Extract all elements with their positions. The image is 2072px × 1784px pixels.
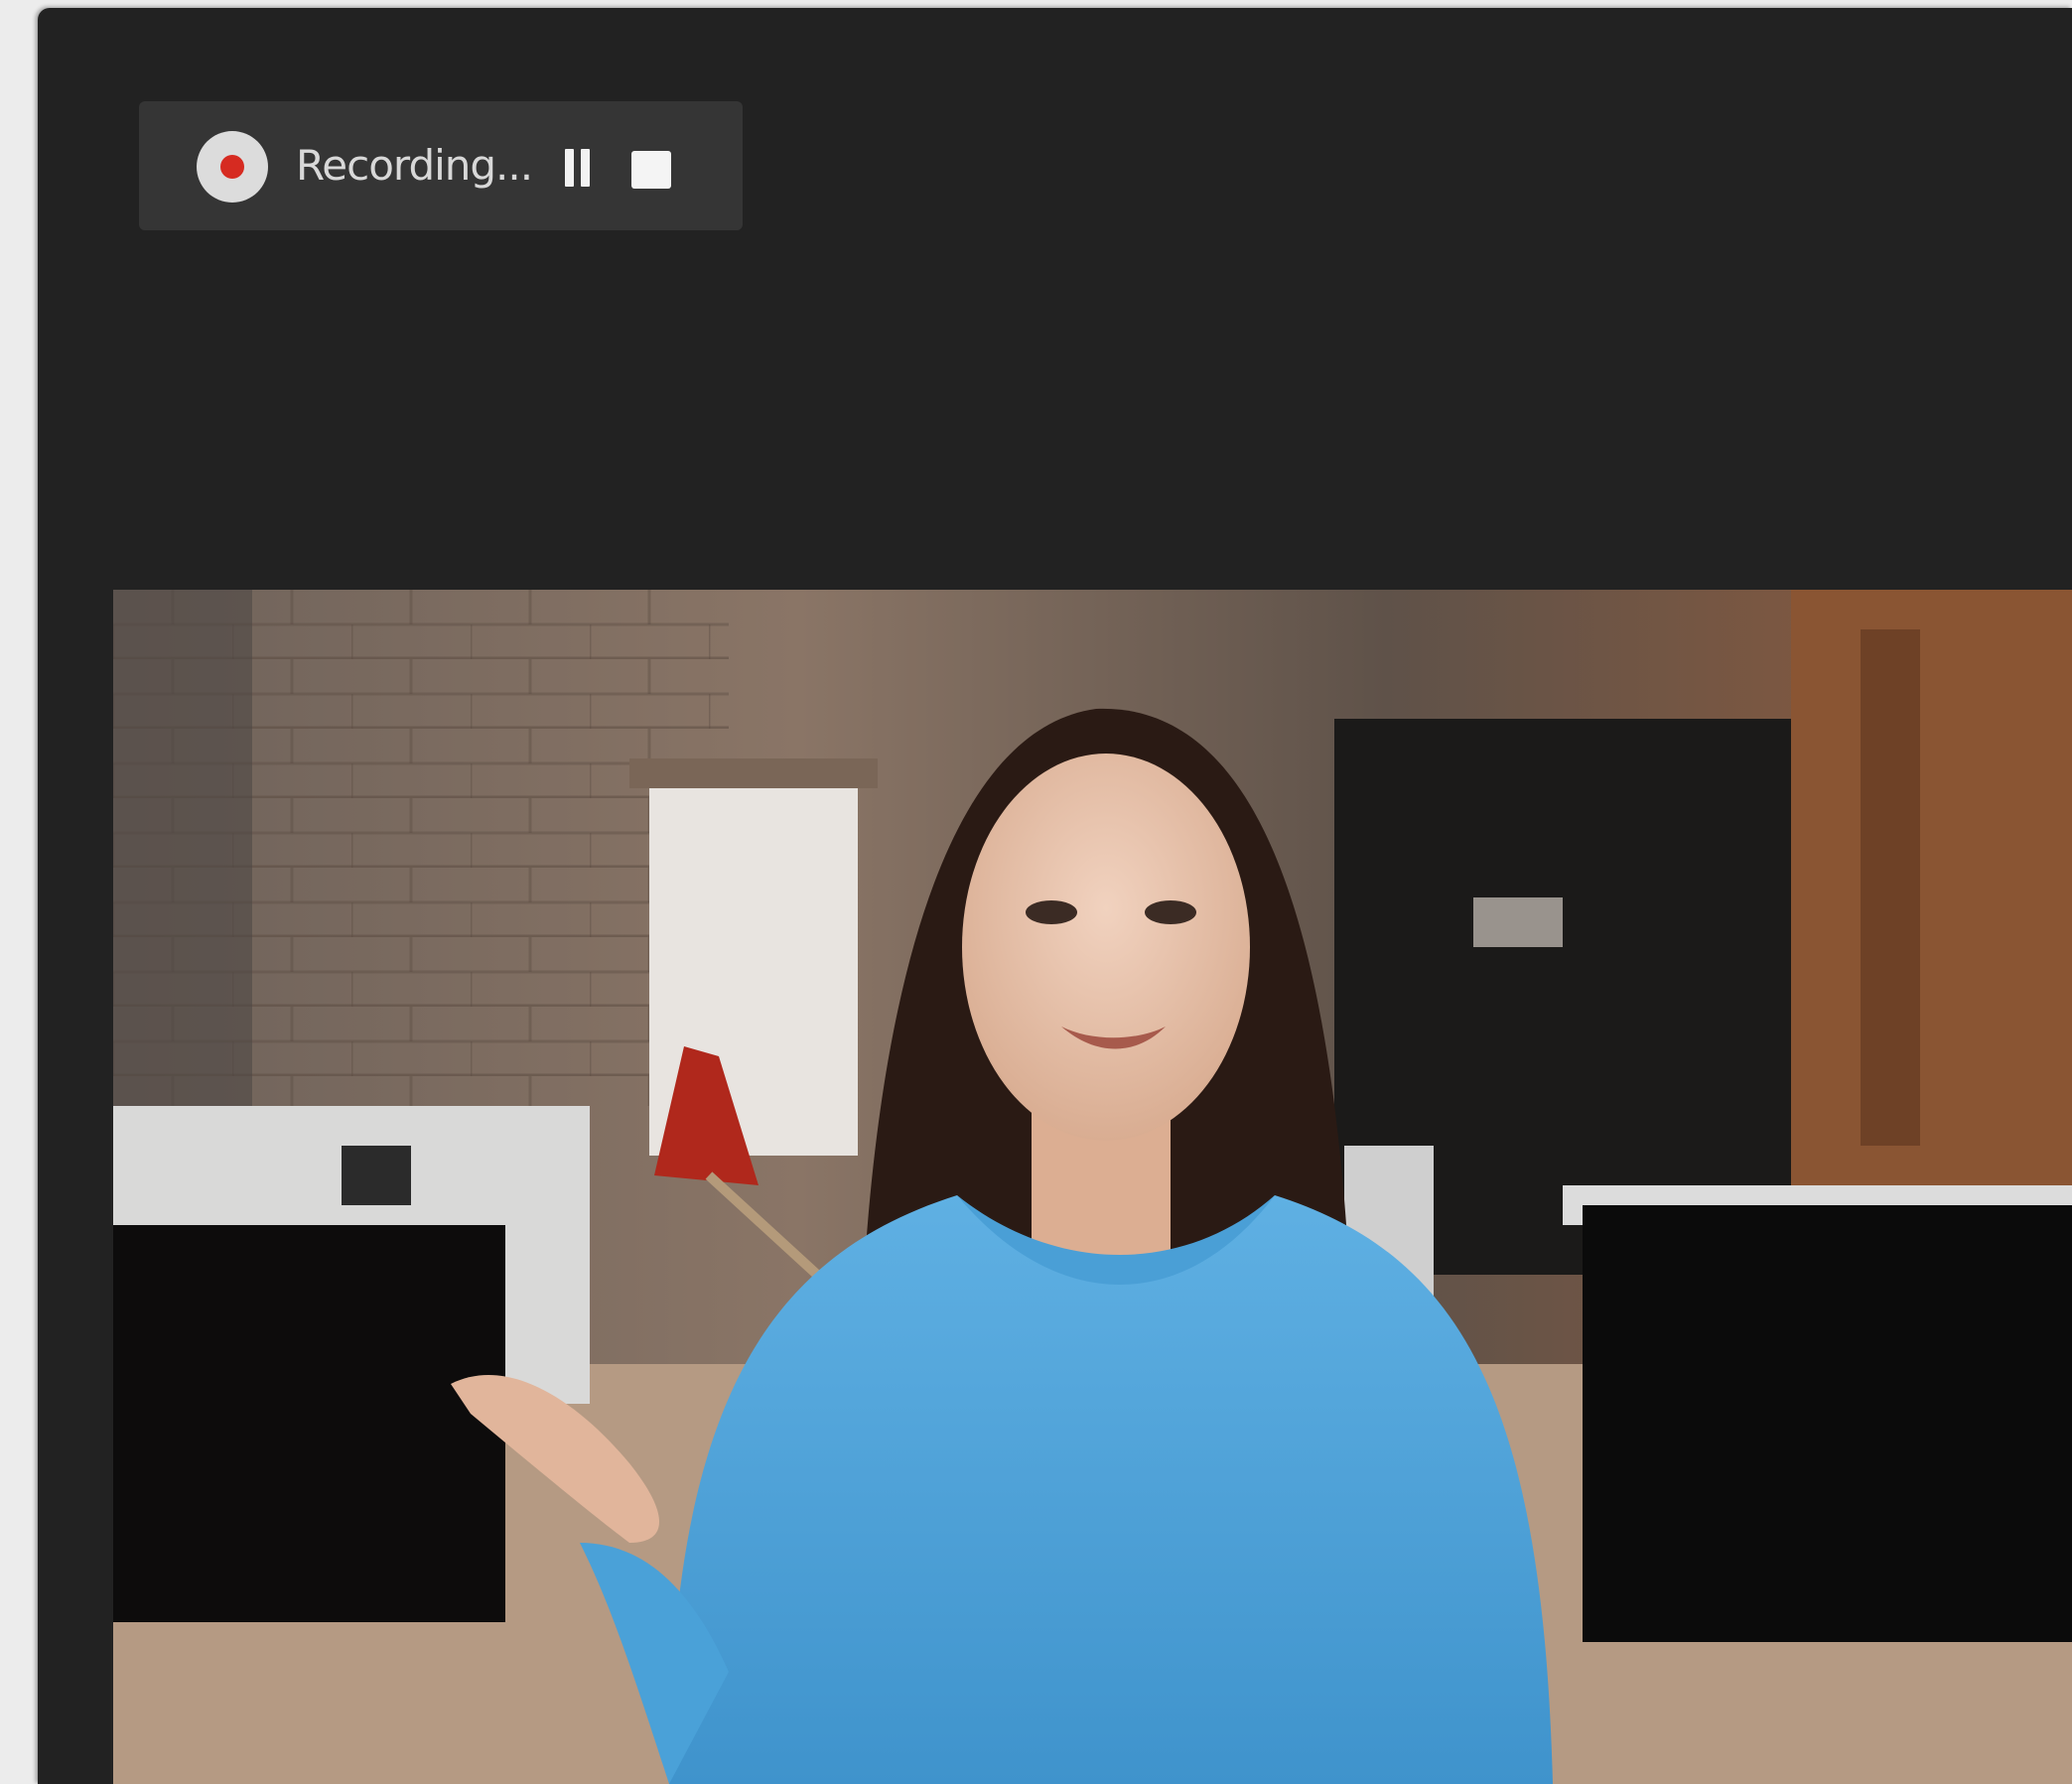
stop-button[interactable]	[631, 151, 671, 189]
recording-status-label: Recording...	[296, 141, 533, 190]
record-indicator-icon	[197, 131, 268, 203]
recording-toolbar: Recording...	[139, 101, 743, 230]
pause-icon	[565, 149, 574, 187]
pause-button[interactable]	[561, 145, 595, 191]
recording-window: Recording...	[38, 8, 2072, 1784]
webcam-video-preview	[113, 590, 2072, 1784]
webcam-frame-image	[113, 590, 2072, 1784]
